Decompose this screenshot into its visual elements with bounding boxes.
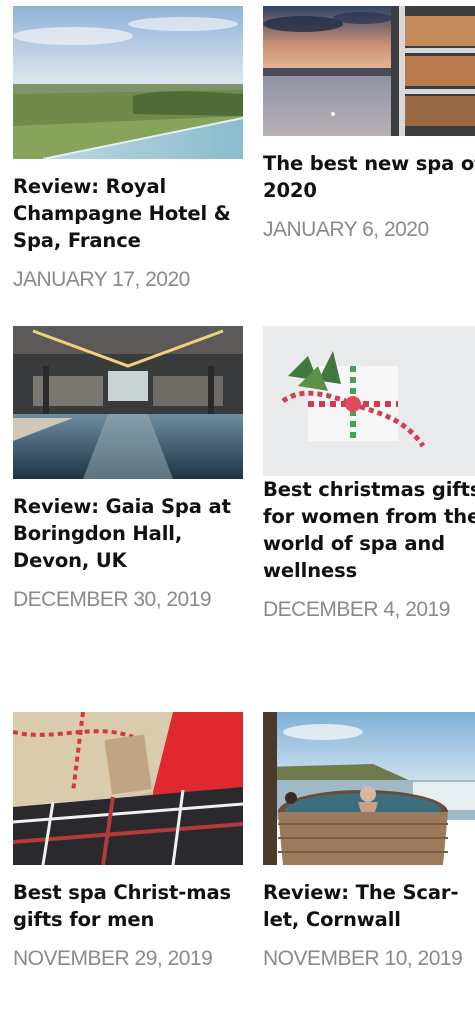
post-date: DECEMBER 30, 2019 [13,588,212,611]
post-title[interactable]: Best christmas gifts for women from the … [263,476,475,584]
post-date: JANUARY 17, 2020 [13,268,190,291]
post-card[interactable]: Best spa Christ-mas gifts for men NOVEMB… [13,712,243,979]
post-card[interactable]: Review: Royal Champagne Hotel & Spa, Fra… [13,6,243,300]
hot-tub-coast-image[interactable] [263,712,475,865]
post-title[interactable]: The best new spa of 2020 [263,150,475,204]
post-date: NOVEMBER 10, 2019 [263,947,463,970]
post-title[interactable]: Review: Royal Champagne Hotel & Spa, Fra… [13,173,243,254]
post-title[interactable]: Review: Gaia Spa at Boringdon Hall, Devo… [13,493,243,574]
sunset-harbour-view-image[interactable] [263,6,475,159]
infinity-pool-landscape-image[interactable] [13,6,243,159]
indoor-pool-image[interactable] [13,326,243,479]
post-card[interactable]: Review: Gaia Spa at Boringdon Hall, Devo… [13,326,243,620]
post-title[interactable]: Review: The Scar-let, Cornwall [263,879,475,933]
post-date: DECEMBER 4, 2019 [263,598,450,621]
post-date: NOVEMBER 29, 2019 [13,947,213,970]
post-date: JANUARY 6, 2020 [263,218,429,241]
post-card[interactable]: The best new spa of 2020 JANUARY 6, 2020 [263,6,475,250]
post-grid: Review: Royal Champagne Hotel & Spa, Fra… [0,0,475,1022]
post-card[interactable]: Best christmas gifts for women from the … [263,326,475,630]
gift-box-ribbon-image[interactable] [263,326,475,479]
wrapped-gift-tartan-image[interactable] [13,712,243,865]
post-title[interactable]: Best spa Christ-mas gifts for men [13,879,243,933]
post-card[interactable]: Review: The Scar-let, Cornwall NOVEMBER … [263,712,475,979]
